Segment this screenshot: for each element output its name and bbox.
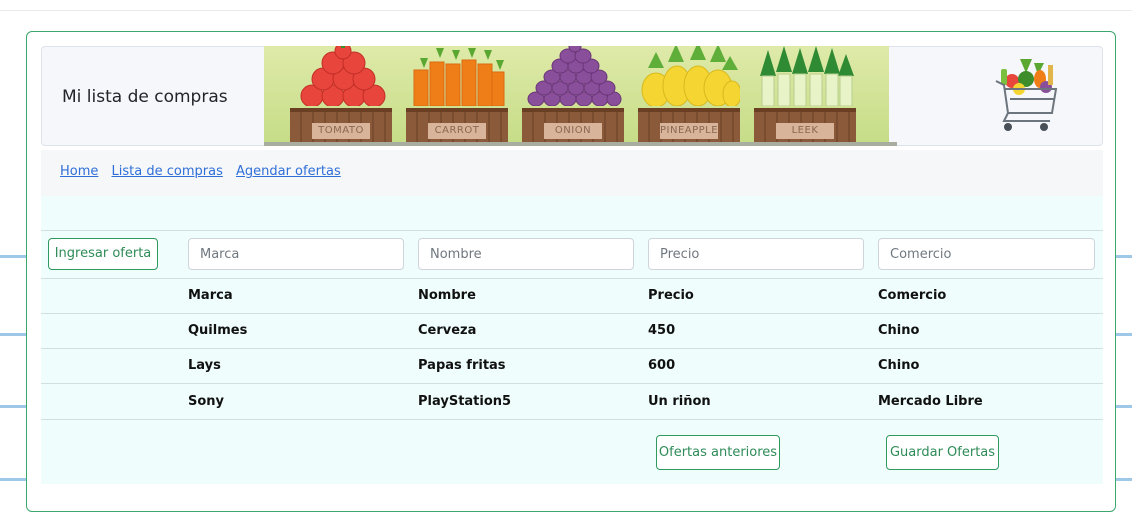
nav-links: Home Lista de compras Agendar ofertas: [60, 164, 350, 179]
column-header-marca: Marca: [188, 288, 233, 303]
table-cell-precio: 600: [648, 358, 676, 373]
row-divider: [41, 419, 1103, 420]
table-cell-nombre: PlayStation5: [418, 394, 512, 409]
tomato-pile-icon: [290, 42, 392, 108]
marca-input[interactable]: [188, 238, 404, 270]
nav-link-agendar-ofertas[interactable]: Agendar ofertas: [236, 164, 341, 179]
column-header-precio: Precio: [648, 288, 694, 303]
onion-pile-icon: [522, 41, 624, 107]
table-cell-marca: Sony: [188, 394, 225, 409]
crate-label: CARROT: [428, 123, 486, 139]
row-divider: [41, 383, 1103, 384]
table-cell-precio: 450: [648, 323, 676, 338]
carrot-crate: CARROT: [406, 48, 508, 142]
table-cell-comercio: Chino: [878, 323, 920, 338]
table-cell-nombre: Papas fritas: [418, 358, 506, 373]
precio-input[interactable]: [648, 238, 864, 270]
guardar-ofertas-button[interactable]: Guardar Ofertas: [886, 435, 999, 470]
nombre-input[interactable]: [418, 238, 634, 270]
pineapple-crate: PINEAPPLE: [638, 42, 742, 142]
produce-banner: TOMATO CARROT ONION PINEAPPLE LEEK: [264, 41, 897, 146]
table-cell-nombre: Cerveza: [418, 323, 477, 338]
crate-label: LEEK: [776, 123, 834, 139]
onion-crate: ONION: [522, 41, 624, 142]
nav-link-lista-de-compras[interactable]: Lista de compras: [112, 164, 223, 179]
carrot-pile-icon: [406, 46, 508, 107]
row-divider: [41, 278, 1103, 279]
row-divider: [41, 348, 1103, 349]
app-title: Mi lista de compras: [62, 87, 228, 107]
banner-shelf: [264, 142, 897, 146]
tomato-crate: TOMATO: [290, 42, 392, 142]
shopping-cart-with-vegetables-icon: [986, 55, 1064, 139]
table-cell-marca: Quilmes: [188, 323, 248, 338]
crate-label: PINEAPPLE: [660, 123, 718, 139]
app-header: Mi lista de compras TOMATO CARROT ONION …: [41, 41, 1103, 146]
nav-bar: Home Lista de compras Agendar ofertas: [41, 150, 1103, 196]
ofertas-anteriores-button[interactable]: Ofertas anteriores: [656, 435, 780, 470]
nav-link-home[interactable]: Home: [60, 164, 98, 179]
table-cell-comercio: Mercado Libre: [878, 394, 983, 409]
row-divider: [41, 313, 1103, 314]
crate-label: ONION: [544, 123, 602, 139]
column-header-nombre: Nombre: [418, 288, 476, 303]
ingresar-oferta-button[interactable]: Ingresar oferta: [48, 238, 158, 270]
crate-label: TOMATO: [312, 123, 370, 139]
table-cell-marca: Lays: [188, 358, 221, 373]
comercio-input[interactable]: [878, 238, 1095, 270]
column-header-comercio: Comercio: [878, 288, 947, 303]
page-top-divider: [0, 10, 1132, 11]
leek-pile-icon: [754, 46, 856, 107]
row-divider: [41, 230, 1103, 231]
pineapple-pile-icon: [638, 42, 742, 108]
table-cell-precio: Un riñon: [648, 394, 711, 409]
leek-crate: LEEK: [754, 46, 856, 142]
table-cell-comercio: Chino: [878, 358, 920, 373]
